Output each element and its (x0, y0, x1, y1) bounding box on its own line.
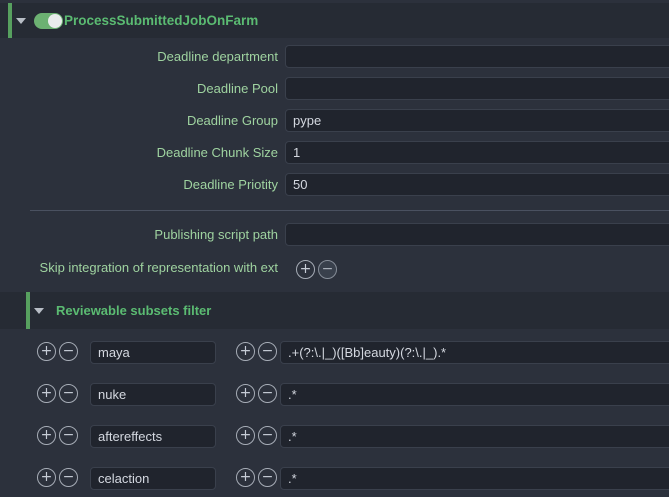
remove-value-button[interactable]: − (258, 384, 277, 403)
plugin-header: ProcessSubmittedJobOnFarm (0, 3, 669, 38)
section-accent-bar (26, 292, 30, 329)
filter-key-input-aftereffects[interactable] (90, 425, 216, 448)
remove-key-button[interactable]: − (59, 468, 78, 487)
input-deadline-department[interactable] (285, 45, 669, 68)
add-value-button[interactable]: + (236, 426, 255, 445)
add-value-button[interactable]: + (236, 342, 255, 361)
add-value-button[interactable]: + (236, 468, 255, 487)
input-deadline-chunk-size[interactable] (285, 141, 669, 164)
section-divider (30, 210, 669, 211)
filter-key-input-maya[interactable] (90, 341, 216, 364)
label-deadline-chunk-size: Deadline Chunk Size (0, 144, 278, 161)
label-deadline-priority: Deadline Priotity (0, 176, 278, 193)
remove-value-button[interactable]: − (258, 342, 277, 361)
toggle-knob-icon (48, 14, 62, 28)
remove-key-button[interactable]: − (59, 384, 78, 403)
add-key-button[interactable]: + (37, 468, 56, 487)
label-deadline-department: Deadline department (0, 48, 278, 65)
filter-section-header: Reviewable subsets filter (0, 292, 669, 329)
remove-ext-button[interactable]: − (318, 260, 337, 279)
plugin-title: ProcessSubmittedJobOnFarm (64, 3, 258, 38)
remove-key-button[interactable]: − (59, 342, 78, 361)
add-key-button[interactable]: + (37, 342, 56, 361)
input-deadline-pool[interactable] (285, 77, 669, 100)
filter-section-title: Reviewable subsets filter (56, 293, 211, 328)
label-deadline-group: Deadline Group (0, 112, 278, 129)
filter-value-input-maya[interactable] (280, 341, 669, 364)
label-publishing-script-path: Publishing script path (0, 226, 278, 243)
chevron-down-icon[interactable] (16, 18, 26, 24)
filter-key-input-nuke[interactable] (90, 383, 216, 406)
input-publishing-script-path[interactable] (285, 223, 669, 246)
remove-value-button[interactable]: − (258, 468, 277, 487)
label-skip-integration: Skip integration of representation with … (0, 259, 278, 276)
chevron-down-icon[interactable] (34, 308, 44, 314)
filter-value-input-celaction[interactable] (280, 467, 669, 490)
remove-value-button[interactable]: − (258, 426, 277, 445)
add-key-button[interactable]: + (37, 426, 56, 445)
add-value-button[interactable]: + (236, 384, 255, 403)
enabled-toggle[interactable] (34, 13, 63, 29)
input-deadline-priority[interactable] (285, 173, 669, 196)
add-ext-button[interactable]: + (296, 260, 315, 279)
input-deadline-group[interactable] (285, 109, 669, 132)
add-key-button[interactable]: + (37, 384, 56, 403)
filter-key-input-celaction[interactable] (90, 467, 216, 490)
remove-key-button[interactable]: − (59, 426, 78, 445)
label-deadline-pool: Deadline Pool (0, 80, 278, 97)
header-accent-bar (8, 3, 12, 38)
filter-value-input-aftereffects[interactable] (280, 425, 669, 448)
filter-value-input-nuke[interactable] (280, 383, 669, 406)
